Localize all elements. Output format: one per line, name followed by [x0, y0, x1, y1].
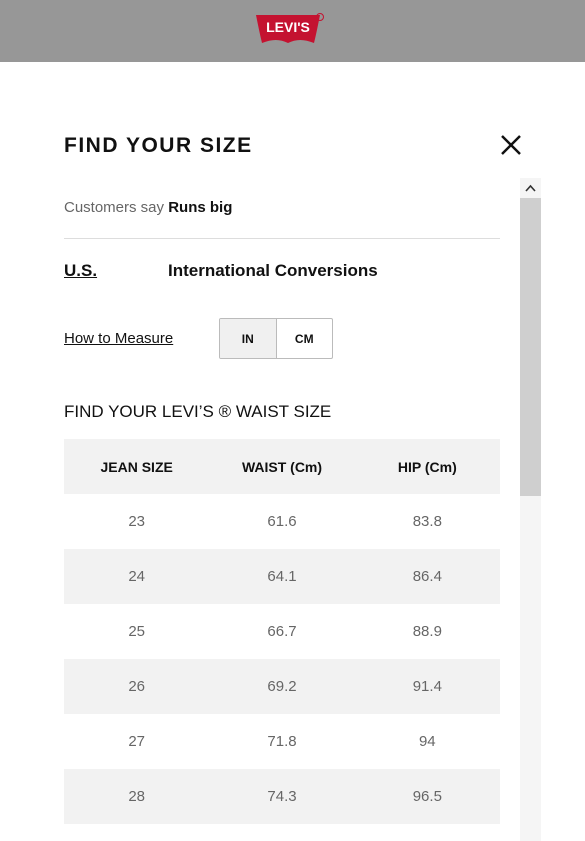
close-icon[interactable] [496, 130, 526, 160]
table-cell: 24 [128, 568, 145, 585]
close-button[interactable] [496, 130, 526, 160]
table-row: 23 61.6 83.8 [64, 494, 500, 549]
fit-value: Runs big [168, 199, 233, 216]
how-to-measure-link[interactable]: How to Measure [64, 330, 173, 347]
scroll-up-button[interactable] [520, 178, 541, 198]
table-cell: 69.2 [267, 678, 297, 695]
table-row: 24 64.1 86.4 [64, 549, 500, 604]
find-your-size-modal: FIND YOUR SIZE Customers say Runs big U.… [0, 62, 585, 841]
scroll-thumb[interactable] [520, 198, 541, 496]
table-cell: 25 [128, 623, 145, 640]
table-row: 28 74.3 96.5 [64, 769, 500, 824]
customers-say: Customers say Runs big [64, 199, 232, 216]
scrollbar[interactable] [520, 178, 541, 841]
table-cell: 26 [128, 678, 145, 695]
table-cell: 74.3 [267, 788, 297, 805]
table-cell: 86.4 [412, 568, 442, 585]
table-cell: 28 [128, 788, 145, 805]
table-row: 26 69.2 91.4 [64, 659, 500, 714]
levis-logo[interactable]: LEVI'S [256, 13, 328, 45]
chevron-up-icon[interactable] [525, 184, 536, 192]
table-header-row: JEAN SIZE WAIST (Cm) HIP (Cm) [64, 439, 500, 494]
unit-cm-button[interactable]: CM [275, 319, 333, 358]
unit-in-button[interactable]: IN [220, 319, 276, 358]
column-header: JEAN SIZE [100, 458, 173, 475]
table-row: 27 71.8 94 [64, 714, 500, 769]
top-bar: LEVI'S [0, 0, 585, 62]
table-cell: 71.8 [267, 733, 297, 750]
svg-text:LEVI'S: LEVI'S [266, 19, 310, 35]
table-cell: 91.4 [412, 678, 442, 695]
tab-international-conversions[interactable]: International Conversions [168, 261, 378, 281]
table-cell: 96.5 [412, 788, 442, 805]
table-cell: 94 [418, 733, 436, 750]
waist-size-heading: FIND YOUR LEVI’S ® WAIST SIZE [64, 402, 332, 421]
tab-us[interactable]: U.S. [64, 261, 97, 281]
table-cell: 64.1 [267, 568, 297, 585]
table-cell: 27 [128, 733, 145, 750]
table-cell: 61.6 [267, 513, 297, 530]
table-cell: 88.9 [412, 623, 442, 640]
table-cell: 83.8 [412, 513, 442, 530]
column-header: WAIST (Cm) [241, 458, 323, 475]
size-table: JEAN SIZE WAIST (Cm) HIP (Cm) 23 61.6 83… [64, 439, 500, 824]
customers-say-prefix: Customers say [64, 199, 165, 216]
table-row: 25 66.7 88.9 [64, 604, 500, 659]
table-cell: 23 [128, 513, 145, 530]
modal-title: FIND YOUR SIZE [64, 134, 253, 157]
divider [64, 238, 500, 239]
column-header: HIP (Cm) [397, 458, 457, 475]
unit-toggle: IN CM [219, 318, 333, 359]
table-cell: 66.7 [267, 623, 297, 640]
